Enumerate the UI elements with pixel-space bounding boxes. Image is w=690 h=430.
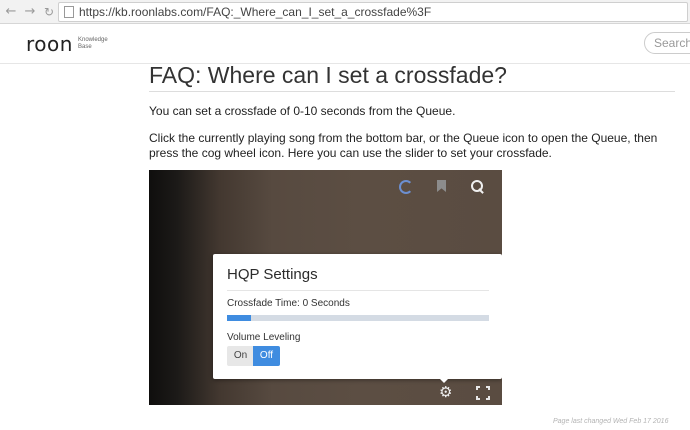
volume-leveling-toggle: On Off xyxy=(227,346,281,366)
logo-subtitle-line-2: Base xyxy=(78,44,92,50)
logo-subtitle-line-1: Knowledge xyxy=(78,37,108,43)
toggle-off-option: Off xyxy=(253,346,280,366)
crossfade-label: Crossfade Time: 0 Seconds xyxy=(227,298,350,309)
roon-settings-screenshot: HQP Settings Crossfade Time: 0 Seconds V… xyxy=(149,170,502,405)
crossfade-slider-fill xyxy=(227,315,251,321)
expand-icon xyxy=(476,386,490,400)
roon-logo[interactable]: roon xyxy=(26,32,73,56)
url-text[interactable]: https://kb.roonlabs.com/FAQ:_Where_can_I… xyxy=(79,5,431,19)
site-header: roon Knowledge Base Search xyxy=(0,24,690,64)
page-icon xyxy=(64,6,74,18)
dialog-divider xyxy=(227,290,489,291)
search-placeholder: Search xyxy=(654,36,690,50)
title-divider xyxy=(149,91,675,92)
dialog-pointer xyxy=(437,376,451,383)
back-arrow-icon[interactable]: ← xyxy=(2,3,20,21)
volume-leveling-label: Volume Leveling xyxy=(227,332,301,343)
logo-subtitle: Knowledge Base xyxy=(78,37,118,51)
paragraph-instructions: Click the currently playing song from th… xyxy=(149,131,658,160)
address-bar[interactable]: https://kb.roonlabs.com/FAQ:_Where_can_I… xyxy=(58,2,688,22)
forward-arrow-icon[interactable]: → xyxy=(21,3,39,21)
cog-icon: ⚙ xyxy=(439,383,453,401)
bookmark-icon xyxy=(437,180,446,192)
crossfade-slider xyxy=(227,315,489,321)
last-changed-note: Page last changed Wed Feb 17 2016 xyxy=(553,418,669,425)
reload-icon[interactable]: ↻ xyxy=(40,3,58,21)
hqp-settings-dialog: HQP Settings Crossfade Time: 0 Seconds V… xyxy=(213,254,502,379)
toggle-on-option: On xyxy=(227,346,254,366)
paragraph-intro: You can set a crossfade of 0-10 seconds … xyxy=(149,104,456,118)
dialog-title: HQP Settings xyxy=(227,266,318,283)
spinner-icon xyxy=(399,180,413,194)
search-input[interactable]: Search xyxy=(644,32,690,54)
search-icon xyxy=(471,180,485,194)
page-title: FAQ: Where can I set a crossfade? xyxy=(149,62,507,88)
browser-toolbar: ← → ↻ https://kb.roonlabs.com/FAQ:_Where… xyxy=(0,0,690,24)
